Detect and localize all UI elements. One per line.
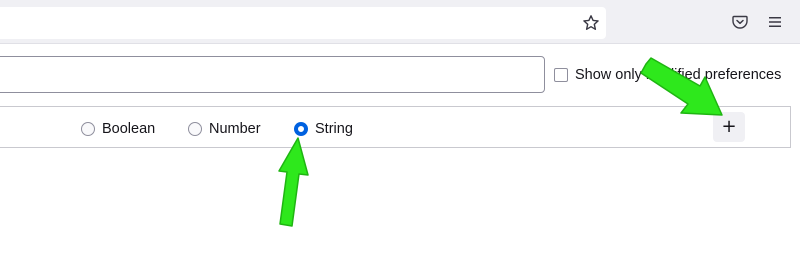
show-modified-label: Show only modified preferences [575,67,782,83]
show-modified-checkbox-wrap[interactable]: Show only modified preferences [554,66,781,84]
radio-label-string: String [315,120,353,137]
show-modified-checkbox[interactable] [554,68,568,82]
radio-option-boolean[interactable]: Boolean [81,120,155,137]
hamburger-menu-icon[interactable] [762,9,788,35]
star-icon[interactable] [578,10,604,36]
arrow-to-string-radio [278,137,309,227]
add-preference-button[interactable]: + [713,112,745,142]
browser-toolbar [0,0,800,43]
radio-option-string[interactable]: String [294,120,353,137]
toolbar-divider [0,43,800,44]
radio-label-number: Number [209,120,261,137]
radio-boolean[interactable] [81,121,95,136]
pocket-icon[interactable] [727,9,753,35]
radio-number[interactable] [188,121,202,136]
radio-string[interactable] [294,121,308,136]
radio-option-number[interactable]: Number [188,120,261,137]
preference-search-input[interactable] [0,56,545,93]
radio-label-boolean: Boolean [102,120,156,137]
url-bar[interactable] [0,7,606,39]
